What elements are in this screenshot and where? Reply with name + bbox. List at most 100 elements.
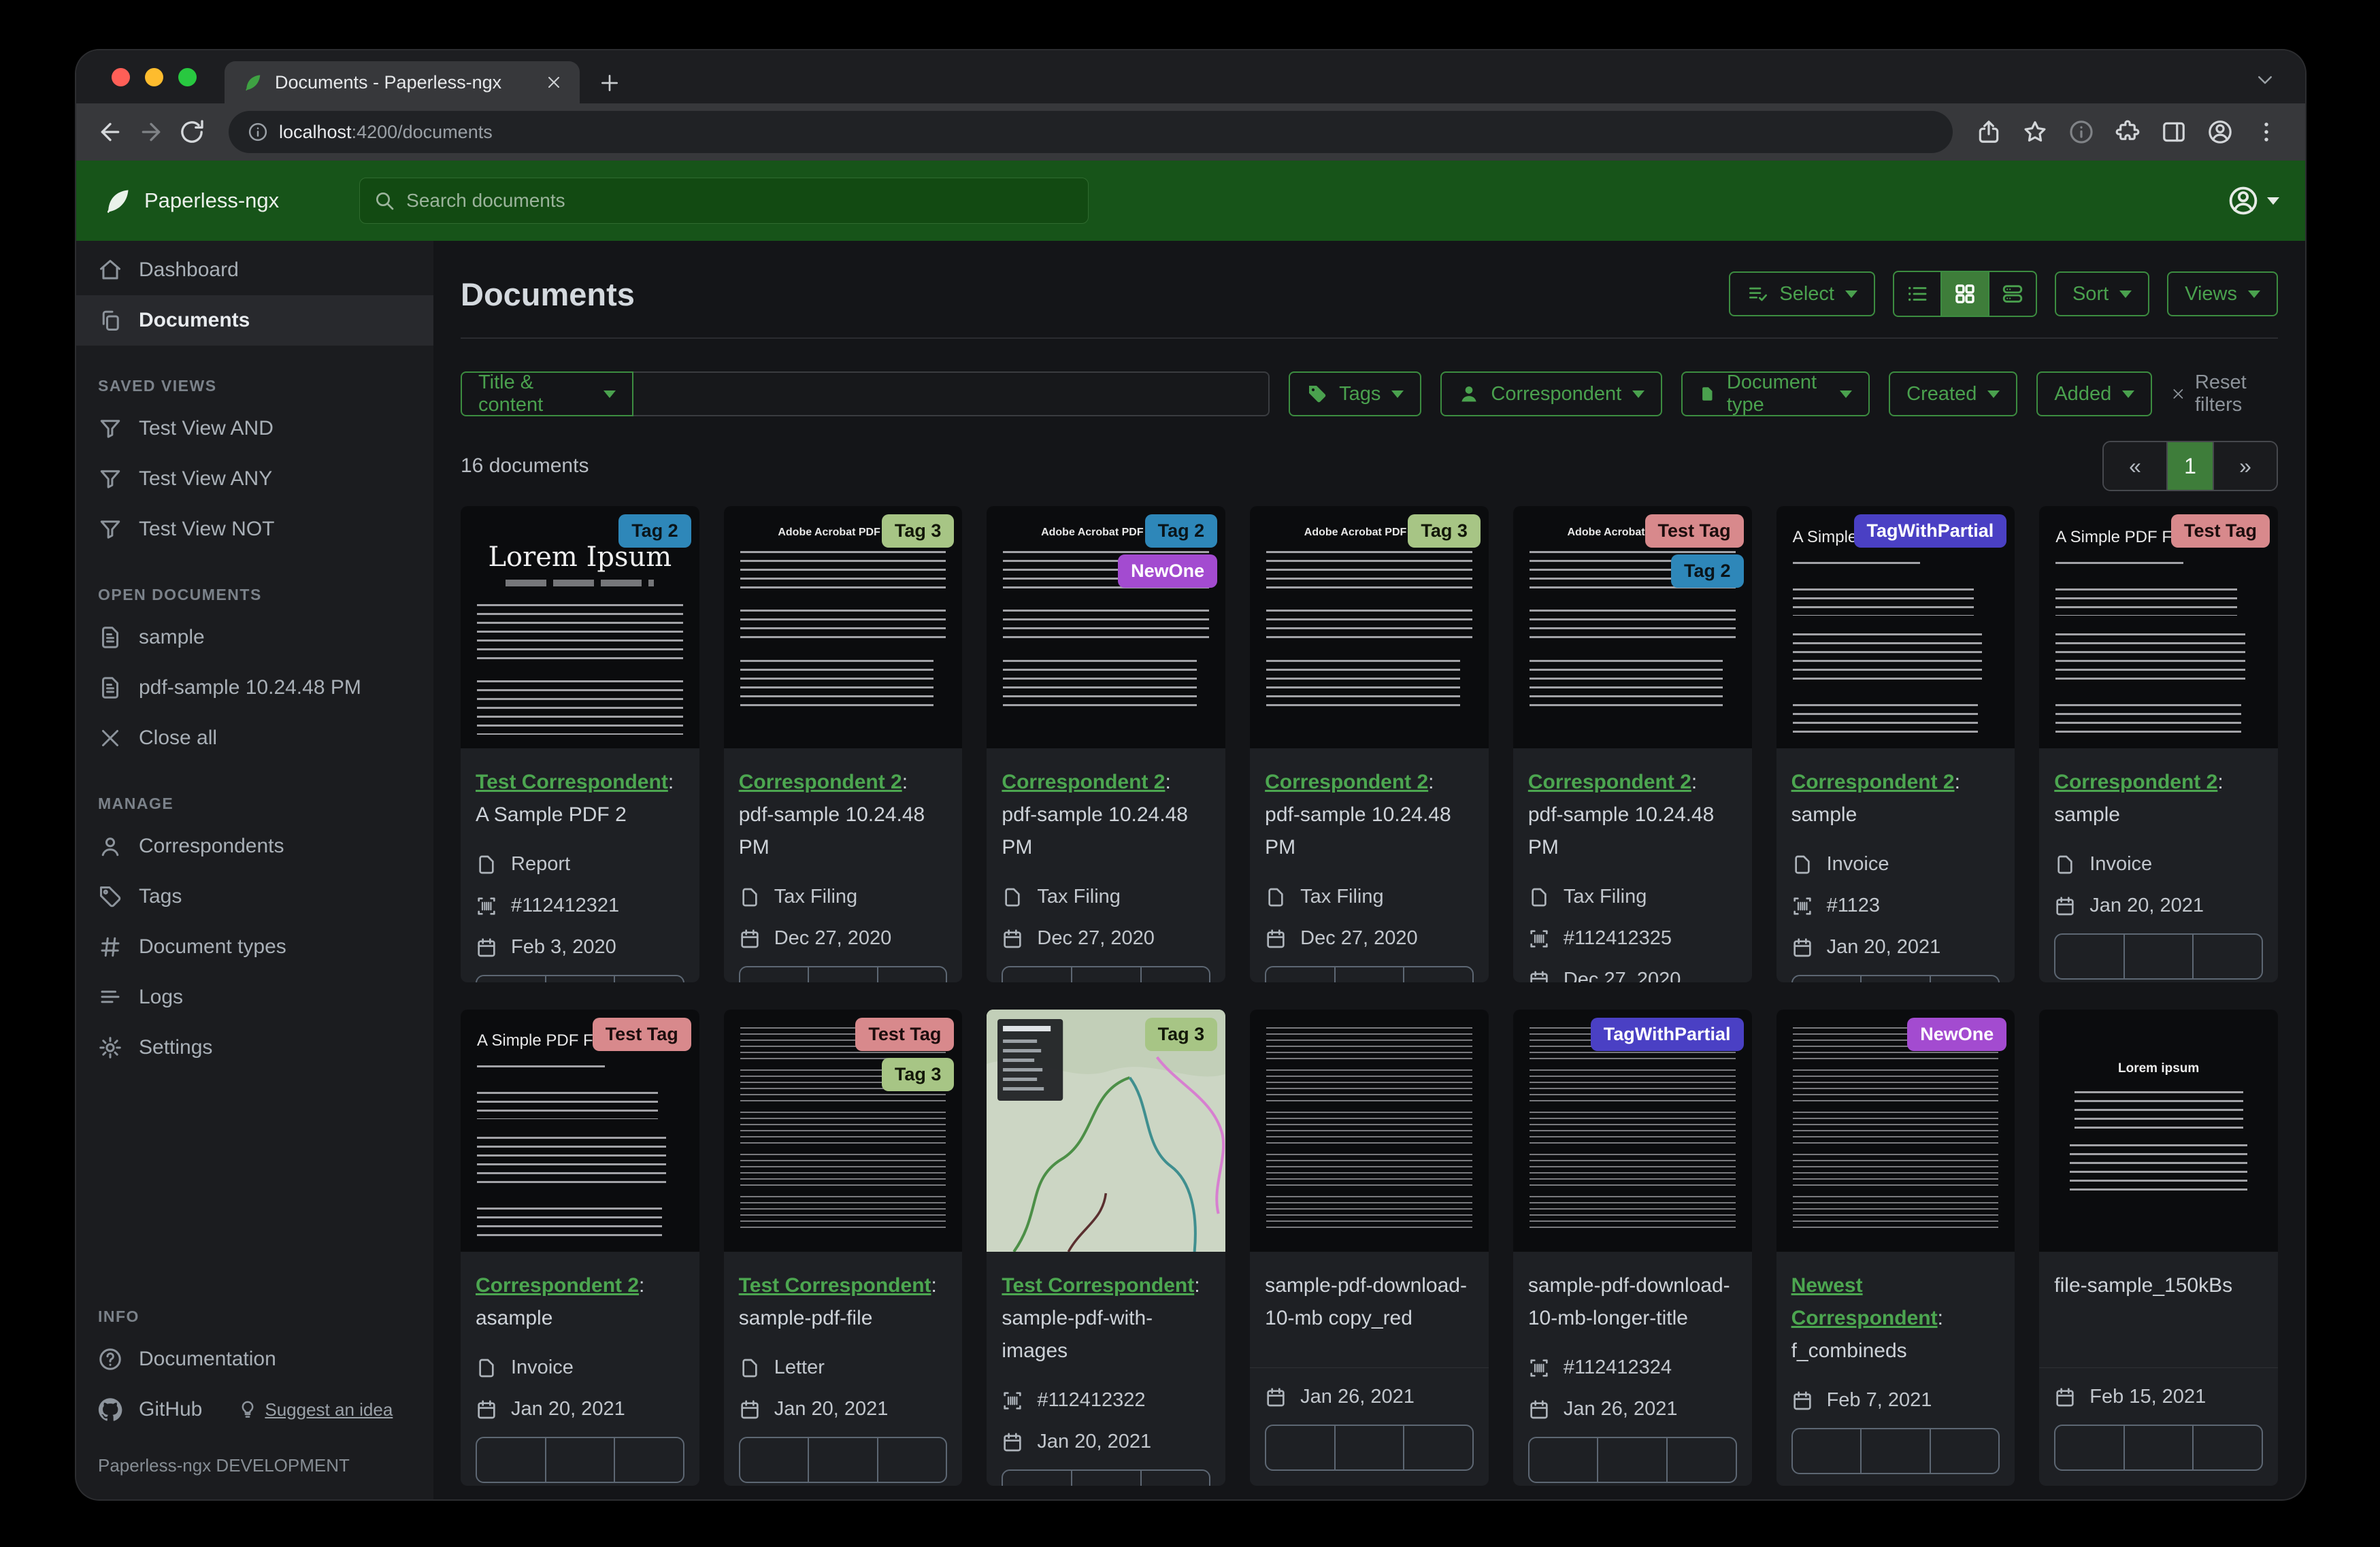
browser-tab[interactable]: Documents - Paperless-ngx [225,61,580,103]
filter-query-input[interactable] [633,371,1270,416]
edit-button[interactable] [1003,1471,1071,1486]
preview-button[interactable] [1334,967,1404,982]
tag-badge[interactable]: Tag 2 [1145,514,1218,548]
close-tab-icon[interactable] [546,74,562,90]
preview-button[interactable] [1860,976,1930,982]
back-button[interactable] [97,118,124,146]
search-input[interactable] [405,189,1074,212]
prev-page-button[interactable]: « [2104,442,2166,490]
document-thumbnail[interactable]: Test TagTag 3 [724,1010,963,1252]
doctype-filter-button[interactable]: Document type [1681,371,1870,416]
preview-button[interactable] [1071,967,1140,982]
tag-badge[interactable]: TagWithPartial [1591,1018,1744,1051]
user-menu[interactable] [2228,185,2279,216]
sidebar-item-sample[interactable]: sample [76,612,433,663]
download-button[interactable] [2192,1426,2262,1469]
tag-badge[interactable]: Test Tag [855,1018,954,1051]
download-button[interactable] [614,976,683,982]
correspondent-filter-button[interactable]: Correspondent [1440,371,1662,416]
extensions-puzzle-icon[interactable] [2115,119,2141,145]
preview-button[interactable] [1071,1471,1140,1486]
sidebar-link-suggest-an-idea[interactable]: Suggest an idea [237,1399,393,1420]
tag-badge[interactable]: Tag 3 [1145,1018,1218,1051]
correspondent-link[interactable]: Correspondent 2 [1528,771,1691,793]
grid-view-button[interactable] [1940,272,1988,316]
correspondent-link[interactable]: Correspondent 2 [2054,771,2217,793]
sidebar-item-settings[interactable]: Settings [76,1022,433,1073]
document-thumbnail[interactable]: A Simple PDF File Test Tag [461,1010,699,1252]
preview-button[interactable] [1860,1429,1930,1473]
download-button[interactable] [1140,967,1210,982]
tag-badge[interactable]: Tag 3 [882,514,955,548]
edit-button[interactable] [1266,967,1334,982]
document-thumbnail[interactable]: A Simple PDF File Test Tag [2039,506,2278,748]
document-thumbnail[interactable]: NewOne [1776,1010,2015,1252]
detail-view-button[interactable] [1988,272,2036,316]
browser-profile-icon[interactable] [2207,119,2233,145]
sidebar-item-tags[interactable]: Tags [76,871,433,922]
document-thumbnail[interactable]: Adobe Acrobat PDF Files Tag 2NewOne [987,506,1225,748]
download-button[interactable] [1140,1471,1210,1486]
document-thumbnail[interactable]: Tag 3 [987,1010,1225,1252]
preview-button[interactable] [808,1438,877,1482]
correspondent-link[interactable]: Correspondent 2 [739,771,902,793]
tag-badge[interactable]: Tag 3 [1408,514,1481,548]
list-view-button[interactable] [1894,272,1940,316]
site-info-icon[interactable] [248,122,268,142]
correspondent-link[interactable]: Correspondent 2 [1265,771,1428,793]
tag-badge[interactable]: Tag 2 [1671,554,1744,588]
tag-badge[interactable]: NewOne [1907,1018,2006,1051]
tags-filter-button[interactable]: Tags [1289,371,1421,416]
sidebar-item-test-view-any[interactable]: Test View ANY [76,454,433,504]
browser-menu-icon[interactable] [2253,119,2279,145]
app-brand[interactable]: Paperless-ngx [102,186,279,216]
preview-button[interactable] [545,1438,614,1482]
sidebar-item-dashboard[interactable]: Dashboard [76,245,433,295]
document-thumbnail[interactable]: TagWithPartial [1513,1010,1752,1252]
sidebar-item-pdf-sample-10-24-48-pm[interactable]: pdf-sample 10.24.48 PM [76,663,433,713]
document-thumbnail[interactable]: Lorem ipsum [2039,1010,2278,1252]
edit-button[interactable] [1793,1429,1861,1473]
preview-button[interactable] [2123,935,2193,978]
edit-button[interactable] [477,976,545,982]
reload-button[interactable] [178,118,205,146]
download-button[interactable] [877,967,946,982]
edit-button[interactable] [1003,967,1071,982]
minimize-window-button[interactable] [145,68,163,86]
page-info-icon[interactable] [2068,119,2094,145]
sidebar-item-correspondents[interactable]: Correspondents [76,821,433,871]
correspondent-link[interactable]: Newest Correspondent [1791,1274,1938,1329]
sort-dropdown-button[interactable]: Sort [2055,271,2149,316]
correspondent-link[interactable]: Correspondent 2 [476,1274,639,1297]
preview-button[interactable] [2123,1426,2193,1469]
document-thumbnail[interactable]: Adobe Acrobat PDF Files Tag 3 [724,506,963,748]
edit-button[interactable] [2055,935,2123,978]
correspondent-link[interactable]: Correspondent 2 [1791,771,1955,793]
correspondent-link[interactable]: Correspondent 2 [1002,771,1165,793]
forward-button[interactable] [137,118,165,146]
reset-filters-button[interactable]: Reset filters [2171,371,2278,416]
download-button[interactable] [1403,1426,1472,1469]
share-icon[interactable] [1976,119,2002,145]
preview-button[interactable] [808,967,877,982]
download-button[interactable] [1930,1429,1999,1473]
preview-button[interactable] [545,976,614,982]
document-thumbnail[interactable]: Lorem Ipsum Tag 2 [461,506,699,748]
side-panel-icon[interactable] [2161,119,2187,145]
download-button[interactable] [2192,935,2262,978]
edit-button[interactable] [1793,976,1861,982]
sidebar-item-logs[interactable]: Logs [76,972,433,1022]
sidebar-item-documentation[interactable]: Documentation [76,1334,433,1384]
next-page-button[interactable]: » [2213,442,2277,490]
tag-badge[interactable]: NewOne [1118,554,1217,588]
correspondent-link[interactable]: Test Correspondent [476,771,668,793]
edit-button[interactable] [1266,1426,1334,1469]
document-thumbnail[interactable]: Adobe Acrobat PDF Files Test TagTag 2 [1513,506,1752,748]
tab-search-chevron-icon[interactable] [2255,69,2275,90]
document-thumbnail[interactable]: A Simple PDF File TagWithPartial [1776,506,2015,748]
tag-badge[interactable]: TagWithPartial [1854,514,2007,548]
bookmark-star-icon[interactable] [2022,119,2048,145]
tag-badge[interactable]: Test Tag [593,1018,691,1051]
sidebar-item-github[interactable]: GitHubSuggest an idea [76,1384,433,1435]
added-filter-button[interactable]: Added [2036,371,2152,416]
